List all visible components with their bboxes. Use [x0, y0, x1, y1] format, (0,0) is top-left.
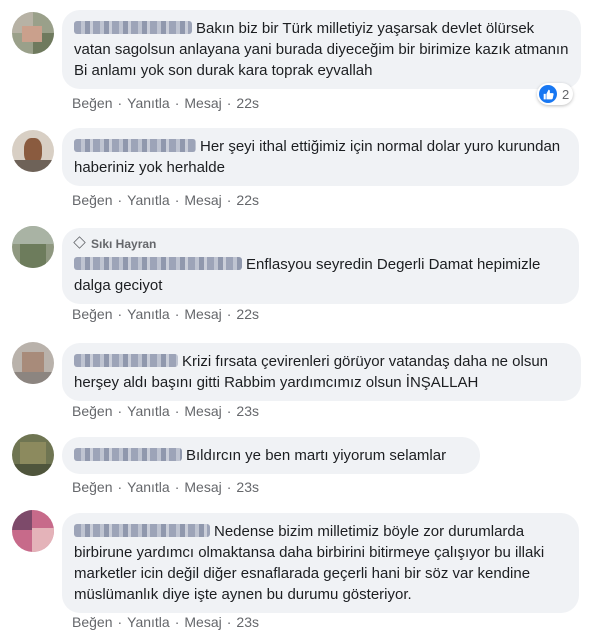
timestamp[interactable]: 22s: [236, 306, 259, 322]
reply-link[interactable]: Yanıtla: [127, 403, 170, 419]
comment-bubble: Her şeyi ithal ettiğimiz için normal dol…: [62, 128, 579, 186]
comment-bubble: Krizi fırsata çevirenleri görüyor vatand…: [62, 343, 581, 401]
message-link[interactable]: Mesaj: [184, 479, 221, 495]
avatar[interactable]: [12, 226, 54, 268]
author-name[interactable]: [74, 257, 242, 270]
avatar[interactable]: [12, 510, 54, 552]
message-link[interactable]: Mesaj: [184, 192, 221, 208]
author-name[interactable]: [74, 139, 196, 152]
comment-bubble: Sıkı Hayran Enflasyou seyredin Degerli D…: [62, 228, 579, 304]
like-link[interactable]: Beğen: [72, 403, 112, 419]
timestamp[interactable]: 22s: [236, 95, 259, 111]
comment-actions: Beğen · Yanıtla · Mesaj · 23s: [72, 403, 259, 419]
comment-actions: Beğen · Yanıtla · Mesaj · 23s: [72, 614, 259, 630]
author-name[interactable]: [74, 21, 192, 34]
comment-actions: Beğen · Yanıtla · Mesaj · 23s: [72, 479, 259, 495]
like-link[interactable]: Beğen: [72, 192, 112, 208]
timestamp[interactable]: 23s: [236, 403, 259, 419]
message-link[interactable]: Mesaj: [184, 306, 221, 322]
comment-text: Bıldırcın ye ben martı yiyorum selamlar: [186, 447, 447, 464]
fan-badge: Sıkı Hayran: [73, 236, 567, 252]
avatar[interactable]: [12, 434, 54, 476]
reply-link[interactable]: Yanıtla: [127, 306, 170, 322]
reply-link[interactable]: Yanıtla: [127, 614, 170, 630]
message-link[interactable]: Mesaj: [184, 403, 221, 419]
reply-link[interactable]: Yanıtla: [127, 479, 170, 495]
comment-bubble: Bıldırcın ye ben martı yiyorum selamlar: [62, 437, 480, 474]
avatar[interactable]: [12, 130, 54, 172]
diamond-icon: [73, 236, 86, 249]
timestamp[interactable]: 23s: [236, 479, 259, 495]
like-link[interactable]: Beğen: [72, 614, 112, 630]
reply-link[interactable]: Yanıtla: [127, 95, 170, 111]
comment-actions: Beğen · Yanıtla · Mesaj · 22s: [72, 95, 259, 111]
author-name[interactable]: [74, 448, 182, 461]
comment-actions: Beğen · Yanıtla · Mesaj · 22s: [72, 192, 259, 208]
message-link[interactable]: Mesaj: [184, 614, 221, 630]
thumbs-up-icon: [539, 85, 557, 103]
like-link[interactable]: Beğen: [72, 306, 112, 322]
like-link[interactable]: Beğen: [72, 479, 112, 495]
comment-actions: Beğen · Yanıtla · Mesaj · 22s: [72, 306, 259, 322]
reply-link[interactable]: Yanıtla: [127, 192, 170, 208]
timestamp[interactable]: 22s: [236, 192, 259, 208]
reaction-count[interactable]: 2: [537, 83, 574, 105]
author-name[interactable]: [74, 354, 178, 367]
comment-bubble: Bakın biz bir Türk milletiyiz yaşarsak d…: [62, 10, 581, 89]
author-name[interactable]: [74, 524, 210, 537]
avatar[interactable]: [12, 342, 54, 384]
timestamp[interactable]: 23s: [236, 614, 259, 630]
message-link[interactable]: Mesaj: [184, 95, 221, 111]
comment-bubble: Nedense bizim milletimiz böyle zor durum…: [62, 513, 579, 613]
reaction-number: 2: [562, 86, 570, 102]
avatar[interactable]: [12, 12, 54, 54]
like-link[interactable]: Beğen: [72, 95, 112, 111]
badge-label: Sıkı Hayran: [91, 237, 157, 251]
